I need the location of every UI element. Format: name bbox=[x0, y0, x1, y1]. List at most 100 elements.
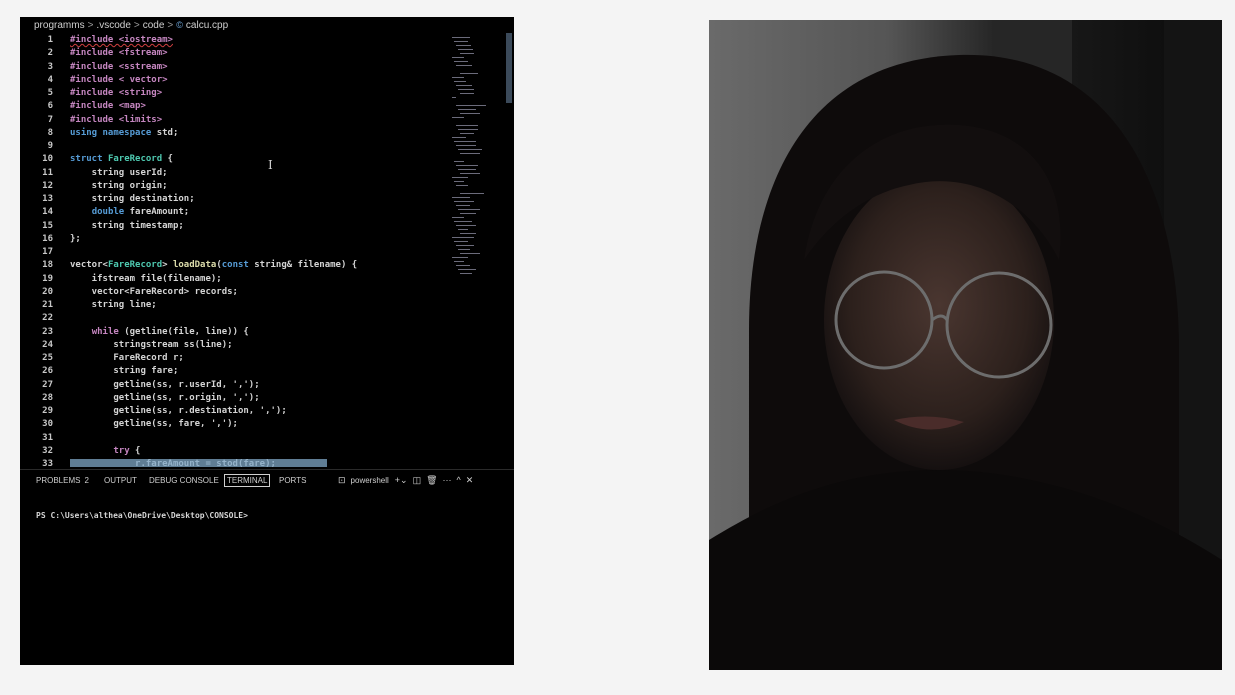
minimap-line bbox=[456, 65, 472, 66]
split-icon[interactable]: ◫ bbox=[413, 475, 422, 485]
terminal[interactable]: PS C:\Users\althea\OneDrive\Desktop\CONS… bbox=[20, 497, 514, 665]
code-line[interactable]: 18 vector<FareRecord> loadData(const stri… bbox=[20, 259, 450, 272]
code-text: string origin; bbox=[70, 180, 168, 191]
code-line[interactable]: 23 while (getline(file, line)) { bbox=[20, 326, 450, 339]
shell-selector[interactable]: powershell bbox=[351, 476, 389, 485]
minimap-line bbox=[452, 237, 474, 238]
minimap-line bbox=[456, 145, 476, 146]
line-number: 27 bbox=[42, 379, 53, 390]
tab-output[interactable]: OUTPUT bbox=[104, 476, 137, 485]
code-line[interactable]: 26 string fare; bbox=[20, 365, 450, 378]
code-text: using namespace std; bbox=[70, 127, 179, 138]
code-text: getline(ss, fare, ','); bbox=[70, 419, 238, 430]
breadcrumb-separator: > bbox=[87, 20, 94, 31]
minimap-line bbox=[456, 105, 486, 106]
code-line[interactable]: 14 double fareAmount; bbox=[20, 206, 450, 219]
minimap-line bbox=[458, 229, 468, 230]
code-line[interactable]: 11 string userId; bbox=[20, 167, 450, 180]
minimap-line bbox=[460, 193, 484, 194]
minimap-line bbox=[458, 109, 476, 110]
code-line[interactable]: 4 #include < vector> bbox=[20, 74, 450, 87]
webcam-image bbox=[709, 20, 1222, 670]
code-line[interactable]: 31 bbox=[20, 432, 450, 445]
minimap-line bbox=[454, 61, 468, 62]
minimap-line bbox=[456, 185, 468, 186]
tab-terminal[interactable]: TERMINAL bbox=[224, 474, 271, 487]
code-line[interactable]: 12 string origin; bbox=[20, 180, 450, 193]
code-text: string userId; bbox=[70, 167, 168, 178]
minimap-line bbox=[458, 169, 476, 170]
ellipsis-icon[interactable]: ··· bbox=[443, 475, 452, 485]
code-line[interactable]: 7 #include <limits> bbox=[20, 114, 450, 127]
minimap-line bbox=[452, 37, 470, 38]
code-line[interactable]: 21 string line; bbox=[20, 299, 450, 312]
code-text: #include < vector> bbox=[70, 74, 168, 85]
code-line[interactable]: 17 bbox=[20, 246, 450, 259]
trash-icon[interactable]: 🗑 bbox=[426, 475, 437, 485]
scrollbar[interactable] bbox=[506, 33, 512, 103]
line-number: 9 bbox=[47, 141, 53, 151]
code-text: string fare; bbox=[70, 366, 179, 377]
breadcrumb-item-vscode[interactable]: .vscode bbox=[96, 20, 130, 31]
code-line[interactable]: 24 stringstream ss(line); bbox=[20, 339, 450, 352]
code-line[interactable]: 19 ifstream file(filename); bbox=[20, 273, 450, 286]
code-area[interactable]: 1 #include <iostream> 2 #include <fstream> 3… bbox=[20, 33, 514, 467]
minimap-line bbox=[452, 217, 464, 218]
code-line[interactable]: 2 #include <fstream> bbox=[20, 47, 450, 60]
minimap-line bbox=[454, 221, 472, 222]
code-line[interactable]: 27 getline(ss, r.userId, ','); bbox=[20, 379, 450, 392]
code-line[interactable]: 25 FareRecord r; bbox=[20, 352, 450, 365]
code-line[interactable]: 32 try { bbox=[20, 445, 450, 458]
text-cursor-icon: I bbox=[268, 158, 273, 172]
breadcrumb-item-code[interactable]: code bbox=[143, 20, 165, 31]
line-number: 22 bbox=[42, 313, 53, 324]
code-line[interactable]: 10 struct FareRecord { bbox=[20, 153, 450, 166]
code-line[interactable]: 22 bbox=[20, 312, 450, 325]
code-text: double fareAmount; bbox=[91, 207, 190, 218]
code-line[interactable]: 16}; bbox=[20, 233, 450, 246]
breadcrumb-item-file[interactable]: calcu.cpp bbox=[186, 20, 228, 31]
minimap-line bbox=[458, 209, 480, 210]
minimap-line bbox=[456, 225, 476, 226]
code-line[interactable]: 9 bbox=[20, 140, 450, 153]
line-number: 16 bbox=[42, 233, 53, 244]
close-icon[interactable]: ✕ bbox=[466, 475, 474, 485]
code-line[interactable]: 6 #include <map> bbox=[20, 100, 450, 113]
tab-debug-console[interactable]: DEBUG CONSOLE bbox=[149, 476, 219, 485]
line-number: 31 bbox=[42, 432, 53, 443]
minimap-line bbox=[452, 177, 468, 178]
code-line[interactable]: 28 getline(ss, r.origin, ','); bbox=[20, 392, 450, 405]
code-line[interactable]: 20 vector<FareRecord> records; bbox=[20, 286, 450, 299]
code-line[interactable]: 29 getline(ss, r.destination, ','); bbox=[20, 405, 450, 418]
minimap-line bbox=[452, 137, 466, 138]
code-line[interactable]: 15 string timestamp; bbox=[20, 220, 450, 233]
chevron-up-icon[interactable]: ^ bbox=[457, 475, 461, 485]
code-line[interactable]: 5 #include <string> bbox=[20, 87, 450, 100]
problems-count-badge: 2 bbox=[84, 476, 89, 485]
minimap-line bbox=[460, 113, 480, 114]
minimap-line bbox=[456, 125, 478, 126]
breadcrumb-item-folder[interactable]: programms bbox=[34, 20, 85, 31]
code-line[interactable]: 30 getline(ss, fare, ','); bbox=[20, 418, 450, 431]
code-text: #include <sstream> bbox=[70, 61, 168, 72]
tab-problems[interactable]: PROBLEMS 2 bbox=[36, 476, 89, 485]
code-editor-window: programms > .vscode > code > © calcu.cpp 1 #incl… bbox=[20, 17, 514, 665]
line-number: 21 bbox=[42, 300, 53, 310]
minimap[interactable] bbox=[452, 33, 504, 274]
code-text: ifstream file(filename); bbox=[70, 273, 222, 284]
minimap-line bbox=[452, 197, 470, 198]
code-line[interactable]: 13 string destination; bbox=[20, 193, 450, 206]
tab-ports[interactable]: PORTS bbox=[279, 476, 306, 485]
code-line[interactable]: 3 #include <sstream> bbox=[20, 61, 450, 74]
terminal-icon: ⊡ bbox=[338, 475, 346, 485]
minimap-line bbox=[454, 161, 464, 162]
minimap-line bbox=[456, 265, 470, 266]
line-number: 12 bbox=[42, 180, 53, 191]
code-line[interactable]: 1 #include <iostream> bbox=[20, 34, 450, 47]
minimap-line bbox=[454, 181, 464, 182]
line-number: 8 bbox=[47, 127, 53, 138]
plus-icon[interactable]: +⌄ bbox=[395, 475, 408, 485]
code-line[interactable]: 8 using namespace std; bbox=[20, 127, 450, 140]
code-text: vector<FareRecord> records; bbox=[70, 286, 238, 297]
line-number: 33 bbox=[42, 459, 53, 467]
